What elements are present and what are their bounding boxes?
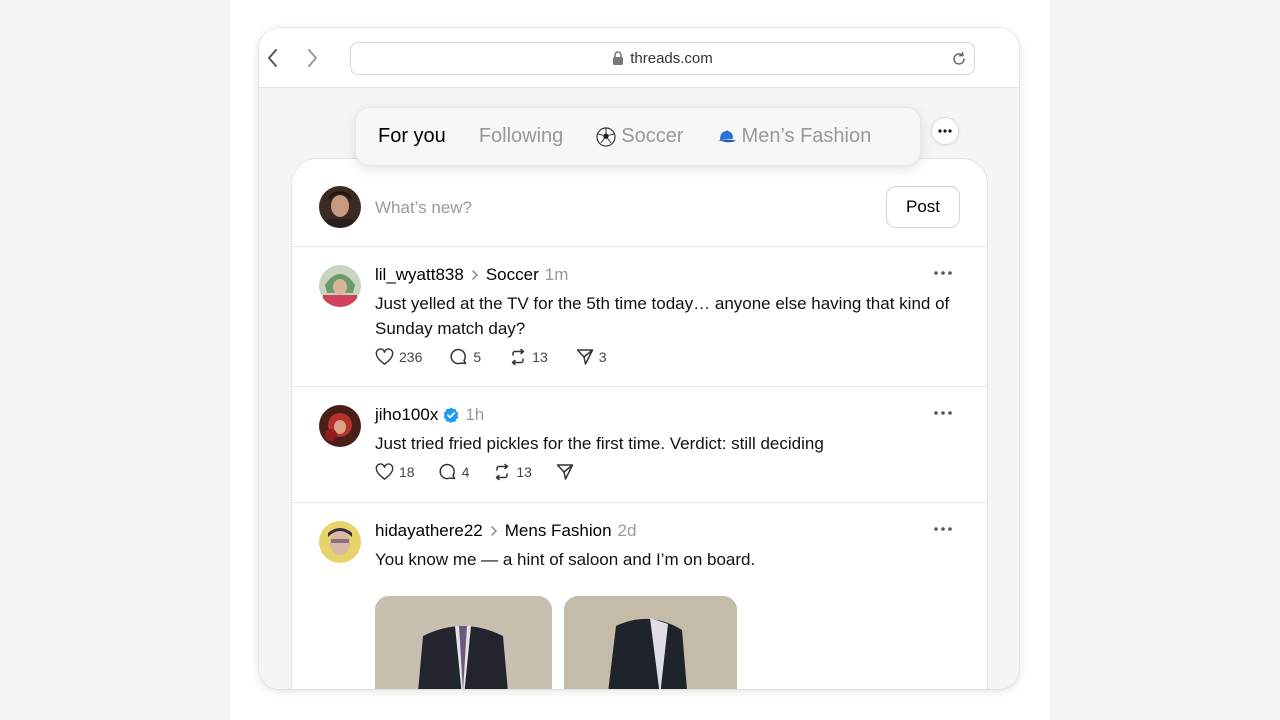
timestamp: 1h — [465, 405, 485, 424]
avatar[interactable] — [319, 265, 361, 307]
reply-count: 5 — [473, 349, 482, 365]
reload-icon[interactable] — [950, 50, 968, 68]
feed-card: What’s new? Post lil_wyatt838 Soccer 1m … — [291, 158, 988, 689]
heart-icon — [375, 463, 394, 480]
chevron-left-icon — [268, 49, 277, 67]
repost-count: 13 — [516, 464, 532, 480]
post-text: You know me — a hint of saloon and I’m o… — [375, 550, 756, 569]
like-button[interactable]: 236 — [375, 348, 422, 366]
more-options-icon — [938, 129, 952, 133]
post-actions: 18 4 13 — [375, 463, 607, 481]
send-icon — [556, 464, 574, 480]
repost-icon — [496, 463, 509, 481]
verified-badge-icon — [443, 407, 459, 423]
repost-button[interactable]: 13 — [493, 463, 532, 481]
post-header: jiho100x 1h — [375, 405, 484, 425]
post-button[interactable]: Post — [886, 186, 960, 228]
post-text: Just tried fried pickles for the first t… — [375, 434, 824, 453]
lock-icon — [612, 51, 624, 66]
tab-for-you[interactable]: For you — [378, 125, 446, 148]
soccer-ball-icon — [596, 126, 616, 147]
forward-button[interactable] — [300, 46, 324, 70]
feed-tabs: For you Following Soccer Men’s Fashion — [355, 107, 921, 166]
post-item: hidayathere22 Mens Fashion 2d You know m… — [292, 503, 987, 689]
post-header: lil_wyatt838 Soccer 1m — [375, 265, 568, 285]
back-button[interactable] — [261, 46, 285, 70]
share-button[interactable]: 3 — [576, 348, 607, 366]
like-button[interactable]: 18 — [375, 463, 415, 481]
username[interactable]: lil_wyatt838 — [375, 265, 464, 285]
url-text: threads.com — [630, 50, 713, 67]
tab-label: For you — [378, 125, 446, 147]
comment-icon — [450, 348, 467, 365]
avatar[interactable] — [319, 521, 361, 563]
feed-options-button[interactable] — [931, 117, 959, 145]
heart-icon — [375, 348, 394, 365]
repost-button[interactable]: 13 — [509, 348, 548, 366]
like-count: 236 — [399, 349, 423, 365]
cap-icon — [717, 129, 737, 145]
more-options-icon[interactable] — [934, 411, 952, 415]
tab-following[interactable]: Following — [479, 125, 563, 148]
username[interactable]: jiho100x — [375, 405, 438, 425]
composer: What’s new? Post — [292, 159, 987, 247]
topic-tag[interactable]: Soccer — [486, 265, 539, 285]
address-bar[interactable]: threads.com — [350, 42, 975, 75]
post-header: hidayathere22 Mens Fashion 2d — [375, 521, 636, 541]
tab-mens-fashion[interactable]: Men’s Fashion — [717, 125, 872, 148]
chevron-right-icon — [308, 49, 317, 67]
more-options-icon[interactable] — [934, 527, 952, 531]
post-photo[interactable] — [375, 596, 552, 689]
reply-button[interactable]: 4 — [439, 463, 470, 481]
username[interactable]: hidayathere22 — [375, 521, 483, 541]
composer-input[interactable]: What’s new? — [375, 198, 472, 218]
tab-label: Following — [478, 125, 564, 147]
reply-count: 4 — [461, 464, 470, 480]
tab-label: Soccer — [621, 125, 684, 147]
timestamp: 1m — [544, 265, 569, 284]
post-item: lil_wyatt838 Soccer 1m Just yelled at th… — [292, 247, 987, 387]
post-photo[interactable] — [564, 596, 737, 689]
browser-toolbar: threads.com — [259, 28, 1019, 88]
tab-soccer[interactable]: Soccer — [596, 125, 684, 148]
post-text: Just yelled at the TV for the 5th time t… — [375, 294, 950, 338]
avatar[interactable] — [319, 405, 361, 447]
avatar[interactable] — [319, 186, 361, 228]
chevron-right-icon — [471, 269, 479, 281]
send-icon — [576, 349, 593, 365]
timestamp: 2d — [617, 521, 637, 540]
like-count: 18 — [399, 464, 415, 480]
post-item: jiho100x 1h Just tried fried pickles for… — [292, 387, 987, 503]
reply-button[interactable]: 5 — [450, 348, 481, 366]
repost-count: 13 — [532, 349, 548, 365]
web-viewport: What’s new? Post lil_wyatt838 Soccer 1m … — [259, 88, 1019, 689]
chevron-right-icon — [490, 525, 498, 537]
tab-label: Men’s Fashion — [741, 125, 872, 147]
share-count: 3 — [598, 349, 607, 365]
comment-icon — [439, 463, 455, 480]
browser-window: threads.com What’s new? Post lil_wyatt83… — [259, 28, 1019, 689]
post-actions: 236 5 13 3 — [375, 348, 635, 366]
share-button[interactable] — [556, 463, 579, 481]
more-options-icon[interactable] — [934, 271, 952, 275]
topic-tag[interactable]: Mens Fashion — [505, 521, 612, 541]
repost-icon — [511, 348, 525, 366]
